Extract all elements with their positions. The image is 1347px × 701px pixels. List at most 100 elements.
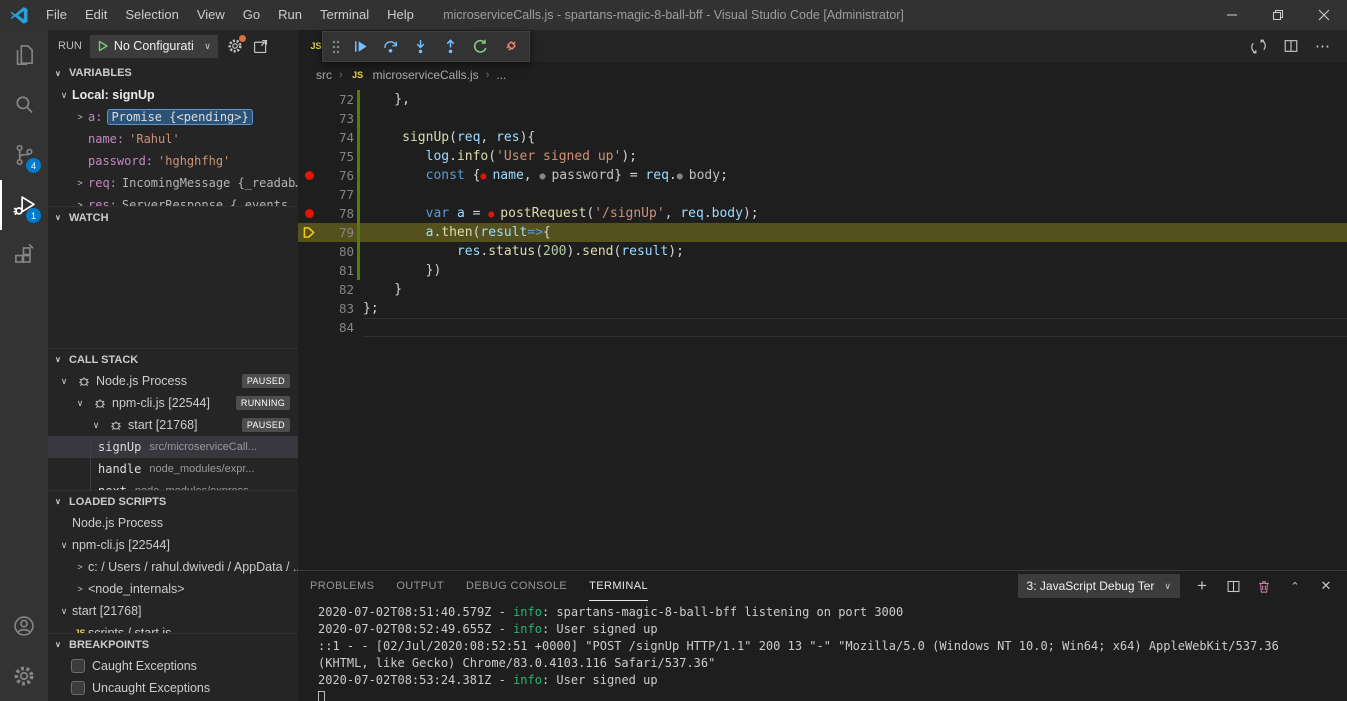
disconnect-button[interactable] — [497, 34, 524, 60]
checkbox[interactable] — [71, 659, 85, 673]
tab-terminal[interactable]: TERMINAL — [589, 571, 648, 601]
breadcrumb-file[interactable]: microserviceCalls.js — [373, 68, 479, 82]
config-name: No Configurati — [114, 39, 194, 53]
watch-section-header[interactable]: ∨ WATCH — [48, 206, 298, 228]
maximize-panel-icon[interactable]: ⌃ — [1286, 580, 1304, 593]
debug-settings-gear-icon[interactable] — [226, 37, 244, 55]
split-terminal-icon[interactable] — [1224, 579, 1242, 594]
variable-row-a[interactable]: > a: Promise {<pending>} — [48, 106, 298, 128]
tab-output[interactable]: OUTPUT — [396, 571, 444, 601]
menu-run[interactable]: Run — [269, 0, 311, 30]
loaded-script-row[interactable]: > c: / Users / rahul.dwivedi / AppData /… — [48, 556, 298, 578]
step-out-button[interactable] — [437, 34, 464, 60]
code-line-81[interactable]: 81 }) — [298, 261, 1347, 280]
restart-button[interactable] — [467, 34, 494, 60]
extensions-icon[interactable] — [0, 230, 48, 280]
settings-gear-icon[interactable] — [0, 651, 48, 701]
tab-problems[interactable]: PROBLEMS — [310, 571, 374, 601]
stack-frame-signup[interactable]: signUp src/microserviceCall... — [48, 436, 298, 458]
code-line-80[interactable]: 80 res.status(200).send(result); — [298, 242, 1347, 261]
variables-section-header[interactable]: ∨ VARIABLES — [48, 62, 298, 84]
terminal-output[interactable]: 2020-07-02T08:51:40.579Z - info: spartan… — [298, 601, 1347, 701]
debug-sidebar: RUN No Configurati ∨ ∨ VARIABLES ∨ Local… — [48, 30, 298, 701]
tab-debug-console[interactable]: DEBUG CONSOLE — [466, 571, 567, 601]
current-frame-arrow-icon[interactable] — [298, 226, 320, 239]
split-editor-icon[interactable] — [1283, 38, 1299, 54]
breakpoint-caught-exceptions[interactable]: Caught Exceptions — [48, 655, 298, 677]
source-control-icon[interactable]: 4 — [0, 130, 48, 180]
stack-frame-handle[interactable]: handle node_modules/expr... — [48, 458, 298, 480]
code-line-84[interactable]: 84 — [298, 318, 1347, 337]
code-line-78[interactable]: 78 var a = ● postRequest('/signUp', req.… — [298, 204, 1347, 223]
breakpoint-icon[interactable] — [298, 171, 320, 180]
breadcrumb-symbol[interactable]: ... — [496, 68, 506, 82]
code-line-79[interactable]: 79 a.then(result=>{ — [298, 223, 1347, 242]
code-line-82[interactable]: 82 } — [298, 280, 1347, 299]
run-and-debug-icon[interactable]: 1 — [0, 180, 48, 230]
search-icon[interactable] — [0, 80, 48, 130]
loaded-script-row[interactable]: JS scripts / start.js — [48, 622, 298, 633]
status-badge: PAUSED — [242, 418, 290, 432]
toolbar-drag-handle[interactable] — [328, 34, 344, 60]
more-actions-icon[interactable]: ⋯ — [1315, 37, 1331, 55]
vscode-logo-icon — [9, 5, 29, 25]
menu-view[interactable]: View — [188, 0, 234, 30]
explorer-icon[interactable] — [0, 30, 48, 80]
debug-session-node[interactable]: ∨ start [21768] PAUSED — [48, 414, 298, 436]
debug-session-node[interactable]: ∨ Node.js Process PAUSED — [48, 370, 298, 392]
bug-icon — [77, 374, 91, 388]
stack-frame-next[interactable]: next node_modules/express... — [48, 480, 298, 490]
variable-row-req[interactable]: > req: IncomingMessage {_readab… — [48, 172, 298, 194]
continue-button[interactable] — [347, 34, 374, 60]
variables-scope-row[interactable]: ∨ Local: signUp — [48, 84, 298, 106]
open-debug-console-icon[interactable] — [252, 38, 269, 55]
new-terminal-icon[interactable]: + — [1193, 576, 1211, 596]
code-line-83[interactable]: 83}; — [298, 299, 1347, 318]
account-icon[interactable] — [0, 601, 48, 651]
menu-terminal[interactable]: Terminal — [311, 0, 378, 30]
step-into-button[interactable] — [407, 34, 434, 60]
breadcrumb-src[interactable]: src — [316, 68, 332, 82]
chevron-down-icon: ∨ — [55, 640, 65, 649]
code-line-72[interactable]: 72 }, — [298, 90, 1347, 109]
loaded-scripts-section-header[interactable]: ∨ LOADED SCRIPTS — [48, 490, 298, 512]
breakpoints-section-header[interactable]: ∨ BREAKPOINTS — [48, 633, 298, 655]
code-line-76[interactable]: 76 const {● name, ● password} = req.● bo… — [298, 166, 1347, 185]
debug-config-dropdown[interactable]: No Configurati ∨ — [90, 35, 218, 58]
checkbox[interactable] — [71, 681, 85, 695]
debug-session-node[interactable]: ∨ npm-cli.js [22544] RUNNING — [48, 392, 298, 414]
editor-actions: ⋯ — [1250, 30, 1347, 62]
code-line-77[interactable]: 77 — [298, 185, 1347, 204]
code-line-74[interactable]: 74 signUp(req, res){ — [298, 128, 1347, 147]
menu-go[interactable]: Go — [234, 0, 269, 30]
menu-selection[interactable]: Selection — [116, 0, 187, 30]
callstack-section-header[interactable]: ∨ CALL STACK — [48, 348, 298, 370]
code-line-75[interactable]: 75 log.info('User signed up'); — [298, 147, 1347, 166]
loaded-script-row[interactable]: ∨ npm-cli.js [22544] — [48, 534, 298, 556]
restore-button[interactable] — [1255, 0, 1301, 30]
kill-terminal-trash-icon[interactable] — [1255, 579, 1273, 594]
variable-row-password[interactable]: password: 'hghghfhg' — [48, 150, 298, 172]
panel-header: PROBLEMS OUTPUT DEBUG CONSOLE TERMINAL 3… — [298, 571, 1347, 601]
code-area[interactable]: 72 },7374 signUp(req, res){75 log.info('… — [298, 88, 1347, 570]
menu-file[interactable]: File — [37, 0, 76, 30]
close-panel-icon[interactable]: ✕ — [1317, 578, 1335, 594]
breakpoint-icon[interactable] — [298, 209, 320, 218]
menu-help[interactable]: Help — [378, 0, 423, 30]
open-changes-icon[interactable] — [1250, 38, 1267, 55]
loaded-script-row[interactable]: Node.js Process — [48, 512, 298, 534]
loaded-script-row[interactable]: ∨ start [21768] — [48, 600, 298, 622]
code-line-73[interactable]: 73 — [298, 109, 1347, 128]
breakpoint-uncaught-exceptions[interactable]: Uncaught Exceptions — [48, 677, 298, 699]
step-over-button[interactable] — [377, 34, 404, 60]
variable-row-res[interactable]: > res: ServerResponse {_events… — [48, 194, 298, 206]
bug-icon — [93, 396, 107, 410]
variable-row-name[interactable]: name: 'Rahul' — [48, 128, 298, 150]
terminal-select-dropdown[interactable]: 3: JavaScript Debug Ter ∨ — [1018, 574, 1180, 598]
menu-edit[interactable]: Edit — [76, 0, 116, 30]
terminal-cursor — [318, 691, 325, 701]
minimize-button[interactable] — [1209, 0, 1255, 30]
loaded-script-row[interactable]: > <node_internals> — [48, 578, 298, 600]
panel-actions: 3: JavaScript Debug Ter ∨ + ⌃ ✕ — [1018, 574, 1335, 598]
close-window-button[interactable] — [1301, 0, 1347, 30]
